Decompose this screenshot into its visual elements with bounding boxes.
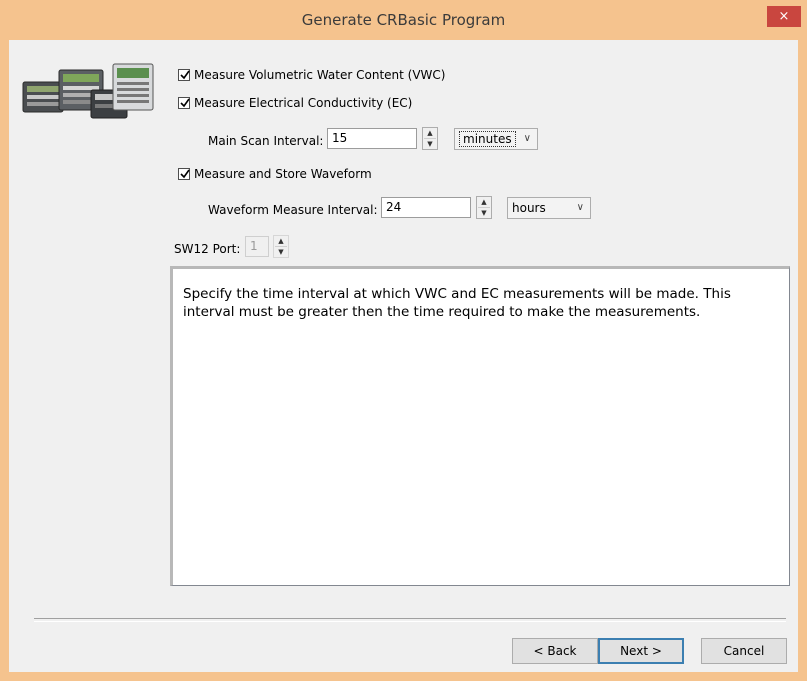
footer-separator — [34, 618, 786, 622]
waveform-unit-value: hours — [512, 201, 546, 215]
waveform-checkbox[interactable]: Measure and Store Waveform — [178, 167, 372, 181]
title-bar[interactable]: Generate CRBasic Program × — [0, 0, 807, 40]
ec-checkbox[interactable]: Measure Electrical Conductivity (EC) — [178, 96, 412, 110]
datalogger-devices-image — [22, 63, 154, 119]
cancel-button[interactable]: Cancel — [701, 638, 787, 664]
sw12-port-label: SW12 Port: — [174, 242, 241, 256]
spin-up-icon[interactable]: ▲ — [477, 197, 491, 207]
spin-up-icon[interactable]: ▲ — [423, 128, 437, 138]
checkbox-box[interactable] — [178, 69, 190, 81]
spin-down-icon[interactable]: ▼ — [274, 247, 288, 257]
back-button[interactable]: < Back — [512, 638, 598, 664]
checkbox-box[interactable] — [178, 168, 190, 180]
chevron-down-icon: ∨ — [576, 202, 584, 213]
waveform-interval-input[interactable]: 24 — [381, 197, 471, 218]
main-scan-interval-input[interactable]: 15 — [327, 128, 417, 149]
dialog-window: Generate CRBasic Program × Measure Volum… — [0, 0, 807, 681]
window-title: Generate CRBasic Program — [301, 11, 506, 29]
help-text-panel: Specify the time interval at which VWC a… — [170, 266, 790, 586]
vwc-checkbox[interactable]: Measure Volumetric Water Content (VWC) — [178, 68, 445, 82]
spin-up-icon[interactable]: ▲ — [274, 236, 288, 246]
sw12-port-spinner[interactable]: ▲ ▼ — [273, 235, 289, 258]
main-scan-unit-value: minutes — [459, 131, 516, 147]
close-button[interactable]: × — [767, 6, 801, 27]
dialog-body: Measure Volumetric Water Content (VWC) M… — [9, 40, 798, 672]
checkmark-icon — [180, 70, 190, 80]
sw12-port-input[interactable]: 1 — [245, 236, 269, 257]
main-scan-interval-label: Main Scan Interval: — [208, 134, 324, 148]
checkmark-icon — [180, 98, 190, 108]
checkmark-icon — [180, 169, 190, 179]
waveform-unit-select[interactable]: hours ∨ — [507, 197, 591, 219]
ec-label: Measure Electrical Conductivity (EC) — [194, 96, 413, 110]
waveform-interval-label: Waveform Measure Interval: — [208, 203, 378, 217]
main-scan-unit-select[interactable]: minutes ∨ — [454, 128, 538, 150]
chevron-down-icon: ∨ — [523, 133, 531, 144]
checkbox-box[interactable] — [178, 97, 190, 109]
next-button[interactable]: Next > — [598, 638, 684, 664]
waveform-label: Measure and Store Waveform — [194, 167, 372, 181]
waveform-interval-spinner[interactable]: ▲ ▼ — [476, 196, 492, 219]
spin-down-icon[interactable]: ▼ — [423, 139, 437, 149]
main-scan-interval-spinner[interactable]: ▲ ▼ — [422, 127, 438, 150]
vwc-label: Measure Volumetric Water Content (VWC) — [194, 68, 446, 82]
spin-down-icon[interactable]: ▼ — [477, 208, 491, 218]
